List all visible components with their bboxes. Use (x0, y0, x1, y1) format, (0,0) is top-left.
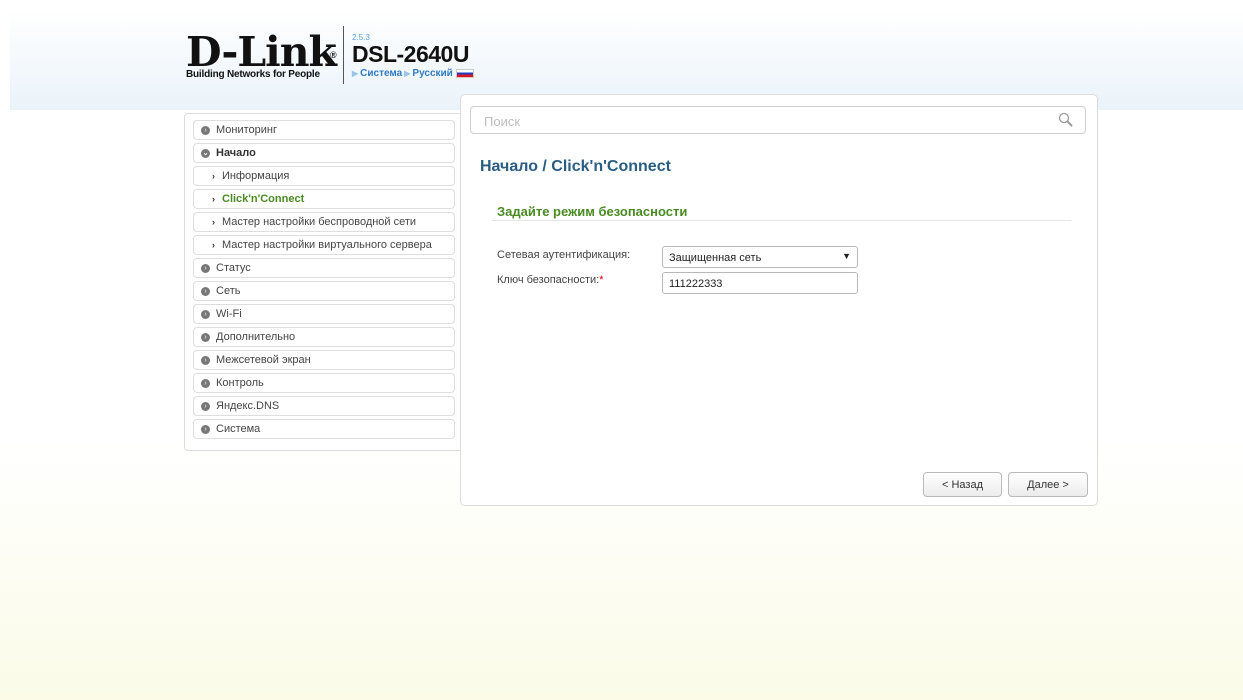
sidebar-item-label: Контроль (216, 377, 264, 389)
header-divider (343, 26, 344, 84)
chevron-right-icon: › (212, 240, 215, 250)
sidebar-item-label: Мастер настройки беспроводной сети (222, 216, 417, 228)
sidebar-item-wifi[interactable]: › Wi-Fi (193, 304, 455, 324)
nav-system-link[interactable]: Система (360, 68, 402, 79)
section-divider (492, 220, 1071, 221)
expand-icon: › (201, 286, 210, 296)
auth-select-value: Защищенная сеть (669, 252, 762, 264)
logo-registered-mark: ® (330, 50, 337, 60)
sidebar-item-firewall[interactable]: › Межсетевой экран (193, 350, 455, 370)
logo-wordmark: D-Link (186, 28, 337, 76)
page-title: Начало / Click'n'Connect (480, 158, 671, 175)
nav-arrow-icon: ▶ (352, 69, 359, 78)
nav-arrow-icon: ▶ (404, 69, 411, 78)
logo-text: D-Link ® (186, 32, 346, 73)
collapse-icon: ⌄ (201, 148, 210, 158)
required-asterisk: * (599, 274, 604, 286)
header-nav: ▶ Система ▶ Русский (350, 68, 474, 79)
sidebar-item-wireless-wizard[interactable]: › Мастер настройки беспроводной сети (193, 212, 455, 232)
sidebar-item-label: Яндекс.DNS (216, 400, 280, 412)
sidebar-item-control[interactable]: › Контроль (193, 373, 455, 393)
expand-icon: › (201, 401, 210, 411)
chevron-right-icon: › (212, 217, 215, 227)
sidebar-item-label: Информация (222, 170, 290, 182)
security-key-input[interactable]: 111222333 (662, 272, 858, 294)
sidebar-item-label: Мониторинг (216, 124, 278, 136)
russia-flag-icon[interactable] (455, 69, 474, 78)
key-label-text: Ключ безопасности: (497, 274, 600, 286)
expand-icon: › (201, 263, 210, 273)
sidebar-item-virtual-server-wizard[interactable]: › Мастер настройки виртуального сервера (193, 235, 455, 255)
sidebar-item-label: Межсетевой экран (216, 354, 311, 366)
dlink-logo[interactable]: D-Link ® Building Networks for People (186, 32, 346, 81)
back-button-label: < Назад (942, 478, 983, 491)
search-icon[interactable] (1057, 111, 1075, 129)
auth-label-text: Сетевая аутентификация: (497, 249, 631, 261)
sidebar-item-status[interactable]: › Статус (193, 258, 455, 278)
expand-icon: › (201, 309, 210, 319)
page: D-Link ® Building Networks for People 2.… (10, 10, 1243, 700)
sidebar-item-label: Click'n'Connect (222, 193, 305, 205)
next-button-label: Далее > (1027, 478, 1069, 491)
section-title: Задайте режим безопасности (497, 204, 688, 219)
sidebar-item-advanced[interactable]: › Дополнительно (193, 327, 455, 347)
auth-select[interactable]: Защищенная сеть ▼ (662, 246, 858, 268)
dropdown-arrow-icon: ▼ (842, 251, 851, 261)
expand-icon: › (201, 125, 210, 135)
expand-icon: › (201, 378, 210, 388)
sidebar-item-label: Wi-Fi (216, 308, 242, 320)
nav-language-link[interactable]: Русский (412, 68, 452, 79)
sidebar-item-information[interactable]: › Информация (193, 166, 455, 186)
chevron-right-icon: › (212, 194, 215, 204)
sidebar-item-label: Сеть (216, 285, 241, 297)
sidebar-item-label: Система (216, 423, 261, 435)
key-label: Ключ безопасности:* (497, 274, 604, 286)
sidebar-item-label: Дополнительно (216, 331, 296, 343)
sidebar-item-start[interactable]: ⌄ Начало (193, 143, 455, 163)
sidebar-item-system[interactable]: › Система (193, 419, 455, 439)
sidebar: › Мониторинг ⌄ Начало › Информация › Click'n… (184, 113, 464, 451)
sidebar-item-monitoring[interactable]: › Мониторинг (193, 120, 455, 140)
back-button[interactable]: < Назад (923, 472, 1002, 497)
auth-label: Сетевая аутентификация: (497, 249, 630, 261)
sidebar-item-clickconnect[interactable]: › Click'n'Connect (193, 189, 455, 209)
main-panel: Поиск Начало / Click'n'Connect Задайте р… (460, 94, 1098, 506)
sidebar-item-network[interactable]: › Сеть (193, 281, 455, 301)
sidebar-item-label: Мастер настройки виртуального сервера (222, 239, 432, 251)
search-input[interactable]: Поиск (470, 106, 1086, 134)
sidebar-item-label: Начало (216, 147, 256, 159)
sidebar-menu: › Мониторинг ⌄ Начало › Информация › Click'n… (193, 120, 455, 442)
chevron-right-icon: › (212, 171, 215, 181)
device-model: DSL-2640U (352, 41, 469, 67)
search-placeholder: Поиск (484, 114, 521, 129)
sidebar-item-yandex-dns[interactable]: › Яндекс.DNS (193, 396, 455, 416)
expand-icon: › (201, 332, 210, 342)
next-button[interactable]: Далее > (1008, 472, 1088, 497)
expand-icon: › (201, 355, 210, 365)
security-key-value: 111222333 (669, 278, 723, 290)
sidebar-item-label: Статус (216, 262, 251, 274)
expand-icon: › (201, 424, 210, 434)
